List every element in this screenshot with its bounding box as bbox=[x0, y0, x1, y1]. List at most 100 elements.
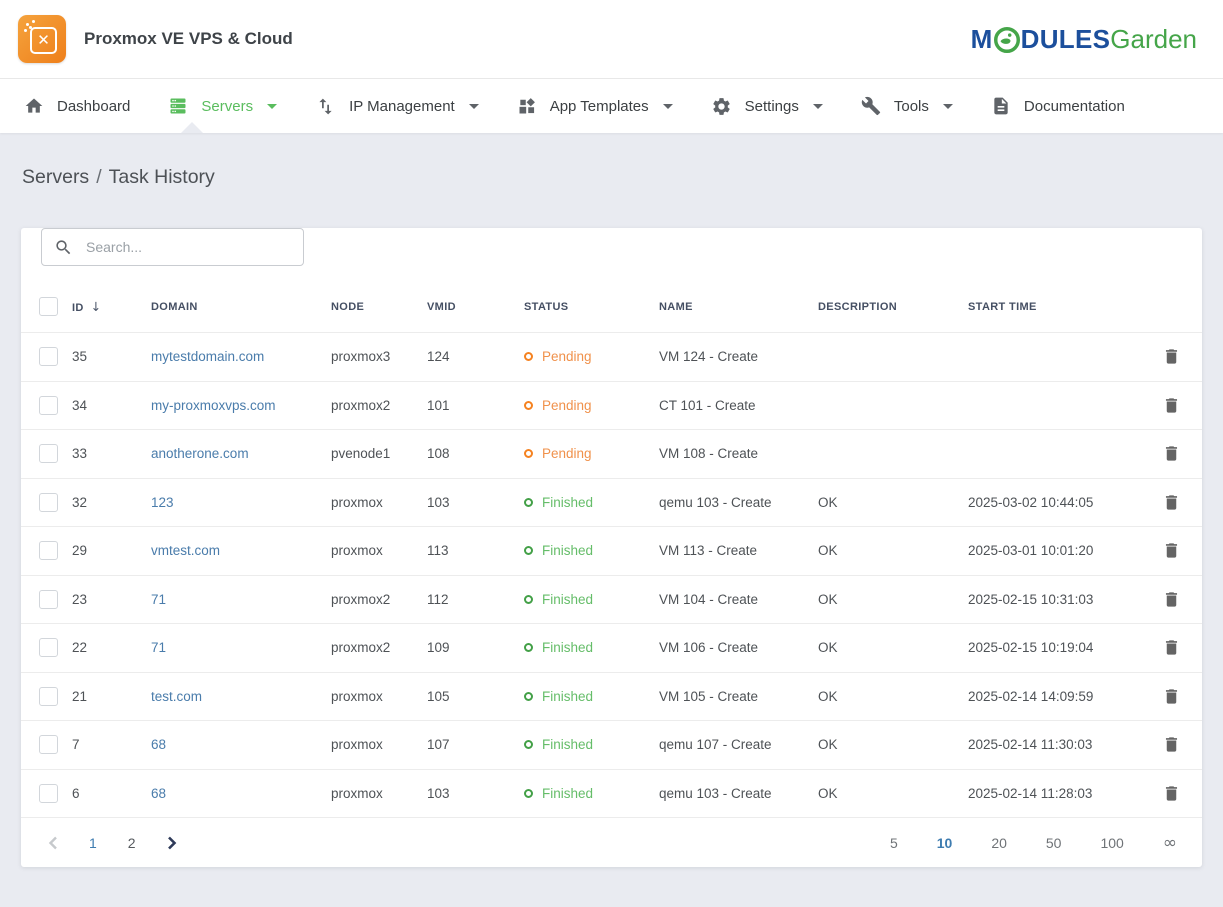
row-checkbox[interactable] bbox=[39, 444, 58, 463]
status-badge: Pending bbox=[524, 398, 592, 413]
select-all-checkbox[interactable] bbox=[39, 297, 58, 316]
breadcrumb-page: Task History bbox=[109, 166, 215, 188]
domain-link[interactable]: 123 bbox=[151, 495, 174, 510]
domain-link[interactable]: 71 bbox=[151, 592, 166, 607]
row-checkbox[interactable] bbox=[39, 493, 58, 512]
cell-start-time bbox=[968, 430, 1144, 479]
domain-link[interactable]: anotherone.com bbox=[151, 446, 249, 461]
column-header-domain[interactable]: DOMAIN bbox=[151, 279, 331, 333]
status-label: Finished bbox=[542, 592, 593, 607]
nav-item-documentation[interactable]: Documentation bbox=[972, 79, 1144, 133]
status-ring-icon bbox=[524, 546, 533, 555]
trash-icon bbox=[1162, 541, 1181, 560]
globe-icon bbox=[994, 27, 1020, 53]
domain-link[interactable]: mytestdomain.com bbox=[151, 349, 264, 364]
search-input[interactable] bbox=[84, 238, 293, 256]
cell-start-time: 2025-03-02 10:44:05 bbox=[968, 478, 1144, 527]
cell-description: OK bbox=[818, 478, 968, 527]
nav-item-app-templates[interactable]: App Templates bbox=[498, 79, 692, 133]
table-row: 35 mytestdomain.com proxmox3 124 Pending… bbox=[21, 333, 1202, 382]
domain-link[interactable]: 68 bbox=[151, 786, 166, 801]
domain-link[interactable]: vmtest.com bbox=[151, 543, 220, 558]
status-ring-icon bbox=[524, 643, 533, 652]
next-page-button[interactable] bbox=[167, 836, 177, 850]
cell-description: OK bbox=[818, 575, 968, 624]
row-checkbox[interactable] bbox=[39, 590, 58, 609]
delete-button[interactable] bbox=[1162, 784, 1181, 803]
nav-item-ip-management[interactable]: IP Management bbox=[296, 79, 498, 133]
status-ring-icon bbox=[524, 401, 533, 410]
page-size-20[interactable]: 20 bbox=[991, 835, 1007, 851]
delete-button[interactable] bbox=[1162, 638, 1181, 657]
row-checkbox[interactable] bbox=[39, 638, 58, 657]
delete-button[interactable] bbox=[1162, 493, 1181, 512]
brand-part-garden: Garden bbox=[1110, 24, 1197, 55]
domain-link[interactable]: test.com bbox=[151, 689, 202, 704]
table-row: 29 vmtest.com proxmox 113 Finished VM 11… bbox=[21, 527, 1202, 576]
row-checkbox[interactable] bbox=[39, 541, 58, 560]
column-header-description[interactable]: DESCRIPTION bbox=[818, 279, 968, 333]
delete-button[interactable] bbox=[1162, 541, 1181, 560]
status-ring-icon bbox=[524, 692, 533, 701]
page-size-50[interactable]: 50 bbox=[1046, 835, 1062, 851]
column-header-start-time[interactable]: START TIME bbox=[968, 279, 1144, 333]
cell-start-time bbox=[968, 333, 1144, 382]
page-size-100[interactable]: 100 bbox=[1100, 835, 1123, 851]
page-size-infinity-icon[interactable]: ∞ bbox=[1163, 833, 1177, 853]
active-tab-notch bbox=[181, 122, 203, 133]
domain-link[interactable]: 68 bbox=[151, 737, 166, 752]
delete-button[interactable] bbox=[1162, 347, 1181, 366]
arrows-up-down-icon bbox=[315, 96, 336, 117]
cell-vmid: 103 bbox=[427, 769, 524, 818]
column-header-status[interactable]: STATUS bbox=[524, 279, 659, 333]
nav-label: Documentation bbox=[1024, 98, 1125, 115]
chevron-right-icon bbox=[167, 836, 177, 850]
cell-description: OK bbox=[818, 527, 968, 576]
nav-item-settings[interactable]: Settings bbox=[692, 79, 842, 133]
column-header-vmid[interactable]: VMID bbox=[427, 279, 524, 333]
status-label: Finished bbox=[542, 543, 593, 558]
cell-name: CT 101 - Create bbox=[659, 381, 818, 430]
cell-id: 32 bbox=[72, 478, 151, 527]
page-size-5[interactable]: 5 bbox=[890, 835, 898, 851]
breadcrumb-separator: / bbox=[96, 166, 101, 188]
domain-link[interactable]: 71 bbox=[151, 640, 166, 655]
prev-page-button[interactable] bbox=[48, 836, 58, 850]
nav-item-servers[interactable]: Servers bbox=[149, 79, 296, 133]
row-checkbox[interactable] bbox=[39, 347, 58, 366]
cell-name: VM 104 - Create bbox=[659, 575, 818, 624]
row-checkbox[interactable] bbox=[39, 735, 58, 754]
row-checkbox[interactable] bbox=[39, 396, 58, 415]
app-grid-icon bbox=[517, 96, 537, 116]
cell-name: VM 124 - Create bbox=[659, 333, 818, 382]
column-header-id[interactable]: ID↓ bbox=[72, 279, 151, 333]
status-badge: Finished bbox=[524, 786, 593, 801]
breadcrumb-section[interactable]: Servers bbox=[22, 166, 89, 188]
delete-button[interactable] bbox=[1162, 396, 1181, 415]
page-number-1[interactable]: 1 bbox=[89, 835, 97, 851]
domain-link[interactable]: my-proxmoxvps.com bbox=[151, 398, 276, 413]
page-number-2[interactable]: 2 bbox=[128, 835, 136, 851]
sort-desc-icon: ↓ bbox=[91, 299, 102, 314]
page-size-10[interactable]: 10 bbox=[937, 835, 953, 851]
page-navigation: 1 2 bbox=[48, 835, 177, 851]
table-footer: 1 2 5 10 20 50 100 ∞ bbox=[21, 818, 1202, 867]
delete-button[interactable] bbox=[1162, 590, 1181, 609]
row-checkbox[interactable] bbox=[39, 687, 58, 706]
trash-icon bbox=[1162, 493, 1181, 512]
nav-item-tools[interactable]: Tools bbox=[842, 79, 972, 133]
delete-button[interactable] bbox=[1162, 444, 1181, 463]
cell-name: qemu 103 - Create bbox=[659, 769, 818, 818]
cell-node: proxmox3 bbox=[331, 333, 427, 382]
delete-button[interactable] bbox=[1162, 735, 1181, 754]
main-nav: Dashboard Servers IP Management App Temp… bbox=[0, 79, 1223, 133]
column-header-name[interactable]: NAME bbox=[659, 279, 818, 333]
row-checkbox[interactable] bbox=[39, 784, 58, 803]
delete-button[interactable] bbox=[1162, 687, 1181, 706]
column-header-node[interactable]: NODE bbox=[331, 279, 427, 333]
servers-icon bbox=[168, 96, 188, 116]
nav-item-dashboard[interactable]: Dashboard bbox=[24, 79, 149, 133]
trash-icon bbox=[1162, 638, 1181, 657]
task-table: ID↓ DOMAIN NODE VMID STATUS NAME DESCRIP… bbox=[21, 279, 1202, 818]
status-label: Finished bbox=[542, 640, 593, 655]
